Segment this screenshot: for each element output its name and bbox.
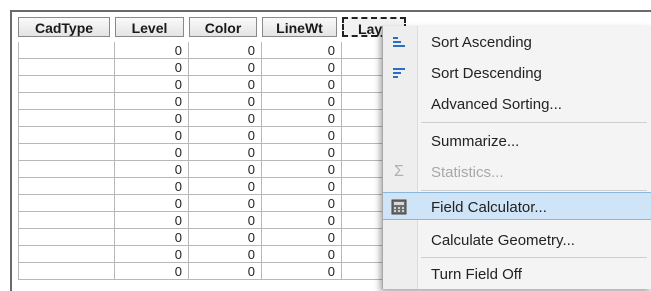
- menu-item-calculate-geometry[interactable]: Calculate Geometry...: [383, 226, 651, 254]
- table-cell[interactable]: 0: [262, 42, 342, 59]
- table-cell[interactable]: [18, 246, 115, 263]
- table-cell[interactable]: 0: [262, 161, 342, 178]
- menu-item-advanced-sorting[interactable]: Advanced Sorting...: [383, 90, 651, 118]
- column-header-color[interactable]: Color: [189, 17, 257, 37]
- table-cell[interactable]: 0: [115, 144, 189, 161]
- table-cell[interactable]: 0: [115, 59, 189, 76]
- table-cell[interactable]: 0: [115, 263, 189, 280]
- menu-separator: [421, 122, 647, 123]
- table-cell[interactable]: 0: [262, 93, 342, 110]
- menu-separator: [421, 257, 647, 258]
- table-cell[interactable]: 0: [115, 229, 189, 246]
- table-cell[interactable]: [18, 93, 115, 110]
- table-cell[interactable]: 0: [262, 263, 342, 280]
- table-cell[interactable]: 0: [189, 161, 262, 178]
- table-cell[interactable]: [18, 127, 115, 144]
- table-cell[interactable]: 0: [262, 76, 342, 93]
- table-cell[interactable]: 0: [189, 42, 262, 59]
- table-cell[interactable]: 0: [115, 246, 189, 263]
- table-cell[interactable]: 0: [115, 76, 189, 93]
- table-cell[interactable]: 0: [262, 212, 342, 229]
- menu-item-label: Turn Field Off: [431, 266, 522, 283]
- table-cell[interactable]: 0: [189, 110, 262, 127]
- table-cell[interactable]: 0: [189, 229, 262, 246]
- table-cell[interactable]: 0: [189, 212, 262, 229]
- table-cell[interactable]: 0: [189, 246, 262, 263]
- table-cell[interactable]: [18, 76, 115, 93]
- sigma-icon: Σ: [394, 163, 404, 180]
- table-cell[interactable]: 0: [262, 229, 342, 246]
- table-cell[interactable]: 0: [115, 178, 189, 195]
- table-cell[interactable]: 0: [262, 59, 342, 76]
- table-cell[interactable]: [18, 212, 115, 229]
- table-cell[interactable]: 0: [189, 127, 262, 144]
- table-cell[interactable]: 0: [262, 144, 342, 161]
- menu-item-summarize[interactable]: Summarize...: [383, 127, 651, 155]
- menu-item-sort-ascending[interactable]: Sort Ascending: [383, 28, 651, 56]
- calculator-icon: [391, 199, 407, 215]
- column-header-level[interactable]: Level: [115, 17, 184, 37]
- menu-item-label: Advanced Sorting...: [431, 96, 562, 113]
- table-cell[interactable]: 0: [262, 246, 342, 263]
- table-cell[interactable]: 0: [115, 42, 189, 59]
- menu-item-label: Statistics...: [431, 164, 504, 181]
- table-cell[interactable]: 0: [189, 144, 262, 161]
- table-cell[interactable]: 0: [262, 110, 342, 127]
- menu-item-field-calculator[interactable]: Field Calculator...: [383, 192, 651, 220]
- column-header-linewt[interactable]: LineWt: [262, 17, 337, 37]
- table-cell[interactable]: [18, 110, 115, 127]
- column-context-menu: Sort Ascending Sort Descending Advanced …: [382, 26, 651, 289]
- sort-ascending-icon: [391, 34, 407, 50]
- table-cell[interactable]: 0: [262, 195, 342, 212]
- table-cell[interactable]: 0: [189, 178, 262, 195]
- table-cell[interactable]: [18, 161, 115, 178]
- table-cell[interactable]: 0: [189, 195, 262, 212]
- menu-item-turn-field-off[interactable]: Turn Field Off: [383, 260, 651, 288]
- table-cell[interactable]: 0: [115, 127, 189, 144]
- table-cell[interactable]: 0: [189, 76, 262, 93]
- table-cell[interactable]: [18, 144, 115, 161]
- menu-item-sort-descending[interactable]: Sort Descending: [383, 59, 651, 87]
- column-header-cadtype[interactable]: CadType: [18, 17, 110, 37]
- menu-item-statistics: Σ Statistics...: [383, 158, 651, 186]
- table-cell[interactable]: 0: [115, 93, 189, 110]
- table-cell[interactable]: 0: [115, 161, 189, 178]
- table-cell[interactable]: 0: [115, 110, 189, 127]
- menu-item-label: Sort Ascending: [431, 34, 532, 51]
- menu-item-label: Sort Descending: [431, 65, 542, 82]
- menu-item-label: Calculate Geometry...: [431, 232, 575, 249]
- table-cell[interactable]: 0: [115, 212, 189, 229]
- table-cell[interactable]: 0: [115, 195, 189, 212]
- table-cell[interactable]: 0: [189, 59, 262, 76]
- table-cell[interactable]: [18, 59, 115, 76]
- sort-descending-icon: [391, 65, 407, 81]
- menu-separator: [421, 190, 647, 191]
- table-cell[interactable]: 0: [262, 127, 342, 144]
- table-cell[interactable]: [18, 178, 115, 195]
- table-cell[interactable]: 0: [189, 263, 262, 280]
- table-cell[interactable]: [18, 42, 115, 59]
- table-cell[interactable]: 0: [262, 178, 342, 195]
- table-cell[interactable]: 0: [189, 93, 262, 110]
- menu-item-label: Field Calculator...: [431, 199, 547, 216]
- table-cell[interactable]: [18, 263, 115, 280]
- menu-item-label: Summarize...: [431, 133, 520, 150]
- table-cell[interactable]: [18, 195, 115, 212]
- table-cell[interactable]: [18, 229, 115, 246]
